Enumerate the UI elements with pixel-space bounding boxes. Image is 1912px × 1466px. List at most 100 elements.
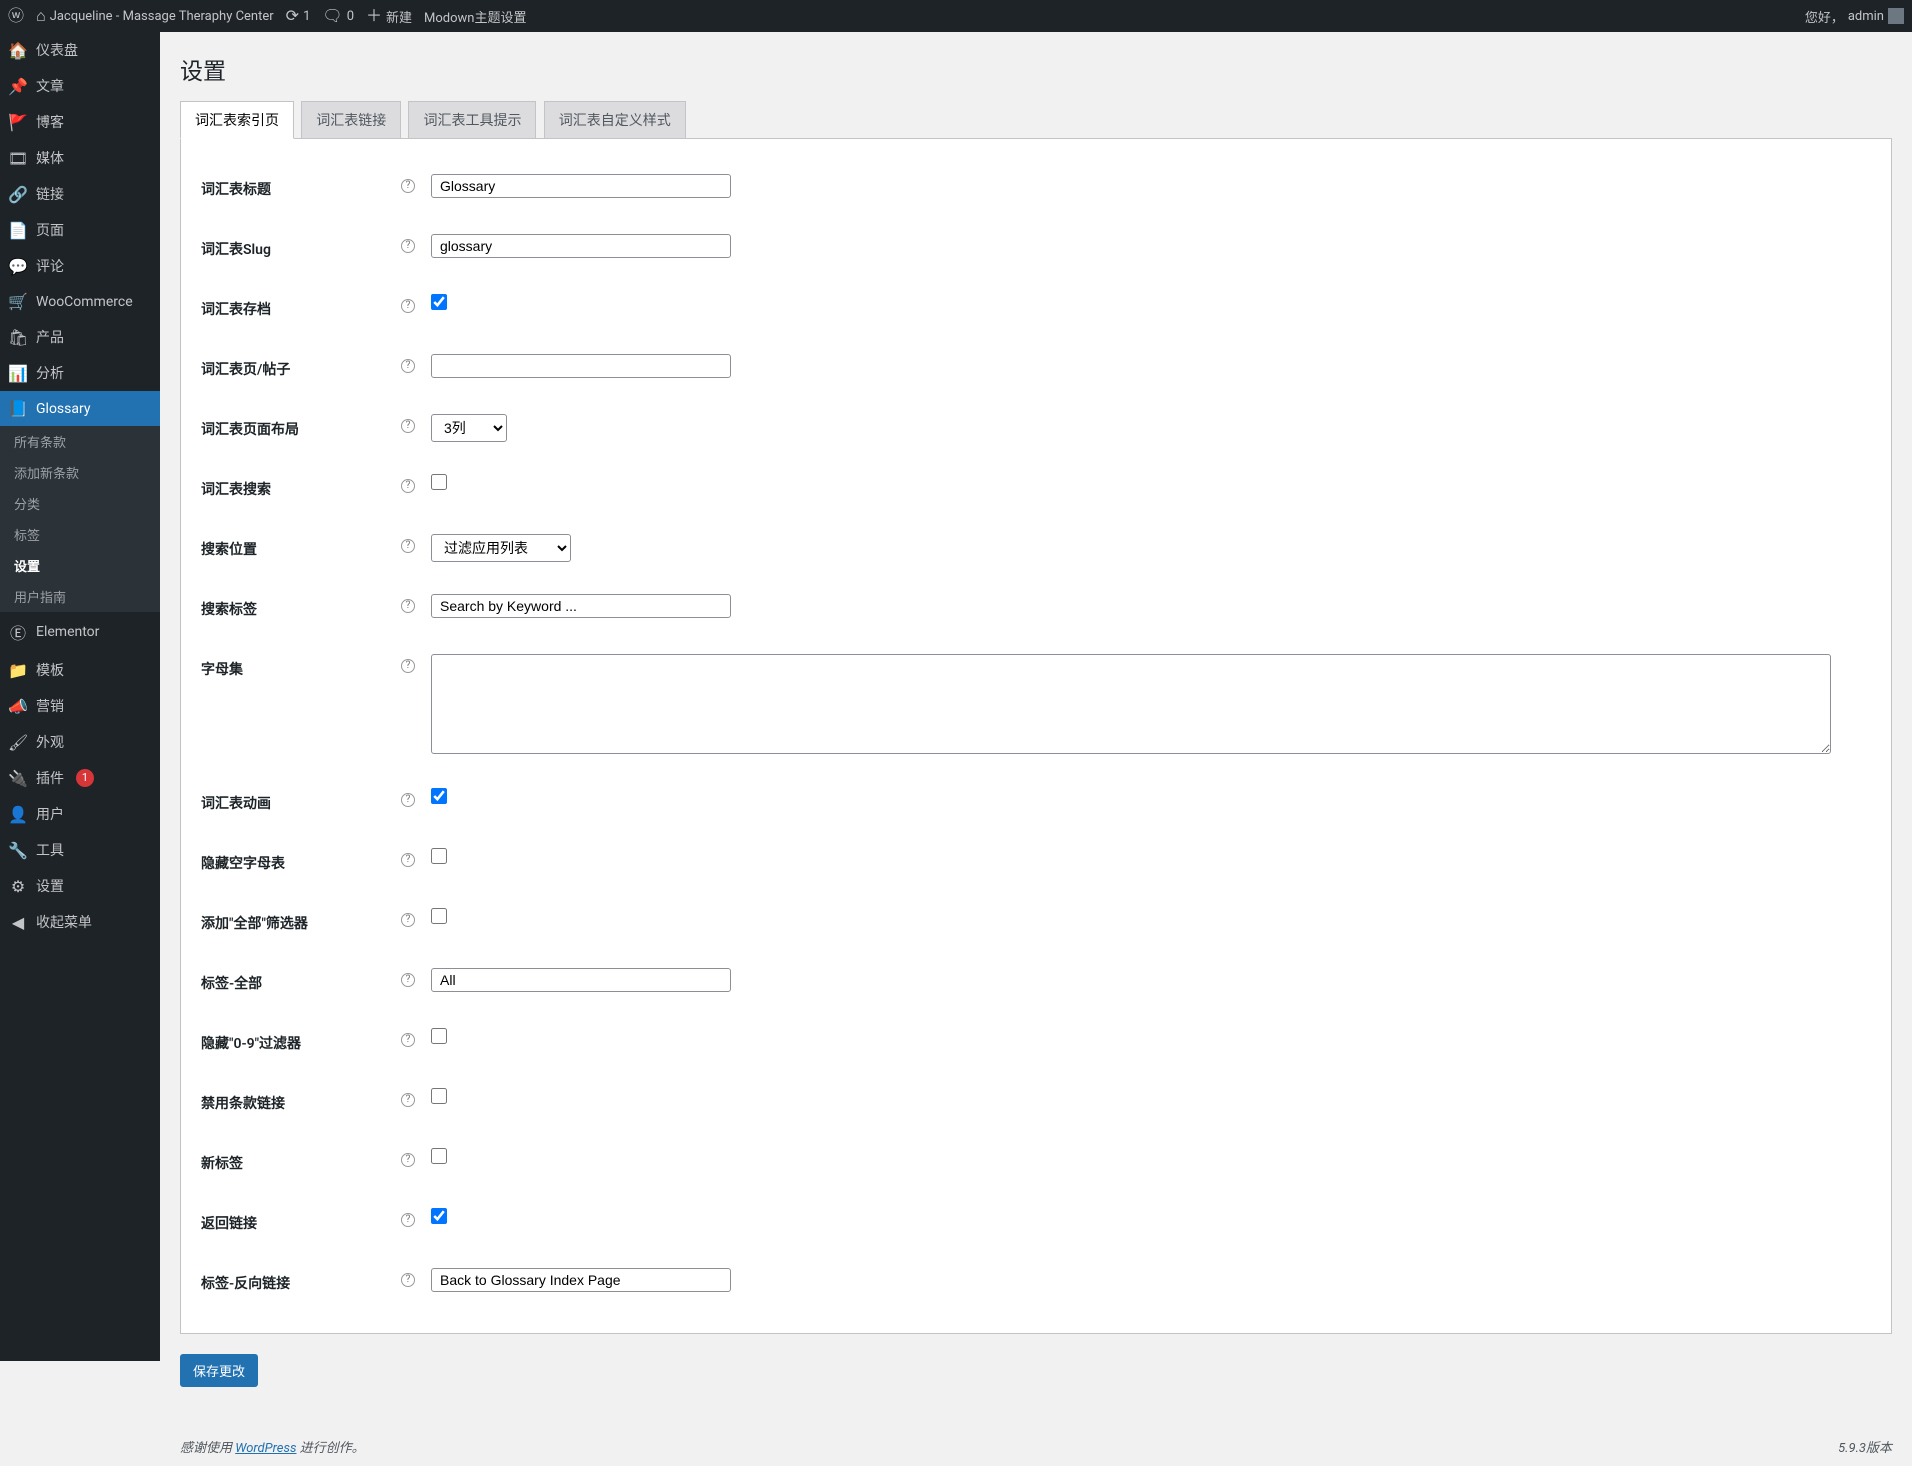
menu-label: 插件 xyxy=(36,768,64,788)
help-icon[interactable]: ? xyxy=(401,599,415,613)
footer-thanks: 感谢使用 WordPress 进行创作。 xyxy=(180,1437,365,1456)
glossary-slug-input[interactable] xyxy=(431,234,731,258)
comment-icon: 🗨 xyxy=(322,8,342,24)
menu-label: 仪表盘 xyxy=(36,40,78,60)
add-all-filter-checkbox[interactable] xyxy=(431,908,447,924)
help-icon[interactable]: ? xyxy=(401,179,415,193)
help-icon[interactable]: ? xyxy=(401,1153,415,1167)
dashboard-icon: 🏠 xyxy=(8,41,28,60)
menu-elementor[interactable]: ⒺElementor xyxy=(0,612,160,652)
menu-users[interactable]: 👤用户 xyxy=(0,796,160,832)
theme-options-link[interactable]: Modown主题设置 xyxy=(424,7,526,26)
help-icon[interactable]: ? xyxy=(401,913,415,927)
glossary-search-checkbox[interactable] xyxy=(431,474,447,490)
menu-label: WooCommerce xyxy=(36,294,133,310)
submenu-all-terms[interactable]: 所有条款 xyxy=(0,426,160,457)
help-icon[interactable]: ? xyxy=(401,793,415,807)
menu-tools[interactable]: 🔧工具 xyxy=(0,832,160,868)
search-position-select[interactable]: 过滤应用列表 xyxy=(431,534,571,562)
menu-label: 工具 xyxy=(36,840,64,860)
menu-label: 营销 xyxy=(36,696,64,716)
field-label-alphabets: 字母集 xyxy=(201,639,401,773)
menu-label: 外观 xyxy=(36,732,64,752)
glossary-title-input[interactable] xyxy=(431,174,731,198)
submenu-add-new[interactable]: 添加新条款 xyxy=(0,457,160,488)
help-icon[interactable]: ? xyxy=(401,973,415,987)
alphabets-textarea[interactable] xyxy=(431,654,1831,754)
plugins-update-badge: 1 xyxy=(76,769,94,787)
new-tab-checkbox[interactable] xyxy=(431,1148,447,1164)
help-icon[interactable]: ? xyxy=(401,1273,415,1287)
hide-empty-checkbox[interactable] xyxy=(431,848,447,864)
menu-blog[interactable]: 🚩博客 xyxy=(0,104,160,140)
menu-appearance[interactable]: 🖌 外观 xyxy=(0,724,160,760)
menu-media[interactable]: 🎞媒体 xyxy=(0,140,160,176)
wp-logo[interactable]: ⓦ xyxy=(8,8,24,24)
new-content-link[interactable]: ＋新建 xyxy=(366,7,412,26)
my-account-link[interactable]: 您好，admin xyxy=(1805,7,1904,26)
elementor-icon: Ⓔ xyxy=(8,620,28,644)
field-label-search: 词汇表搜索 xyxy=(201,459,401,519)
site-name-link[interactable]: ⌂Jacqueline - Massage Theraphy Center xyxy=(36,8,274,24)
help-icon[interactable]: ? xyxy=(401,419,415,433)
menu-label: 分析 xyxy=(36,363,64,383)
wordpress-link[interactable]: WordPress xyxy=(235,1441,296,1456)
updates-link[interactable]: ⟳1 xyxy=(286,8,311,24)
menu-collapse[interactable]: ◀收起菜单 xyxy=(0,904,160,940)
help-icon[interactable]: ? xyxy=(401,239,415,253)
appearance-icon: 🖌 xyxy=(8,733,28,752)
menu-posts[interactable]: 📌文章 xyxy=(0,68,160,104)
help-icon[interactable]: ? xyxy=(401,359,415,373)
menu-dashboard[interactable]: 🏠 仪表盘 xyxy=(0,32,160,68)
help-icon[interactable]: ? xyxy=(401,1033,415,1047)
glossary-archive-checkbox[interactable] xyxy=(431,294,447,310)
help-icon[interactable]: ? xyxy=(401,299,415,313)
plus-icon: ＋ xyxy=(366,8,382,24)
users-icon: 👤 xyxy=(8,805,28,824)
submenu-categories[interactable]: 分类 xyxy=(0,488,160,519)
back-link-checkbox[interactable] xyxy=(431,1208,447,1224)
menu-analytics[interactable]: 📊分析 xyxy=(0,355,160,391)
comments-count: 0 xyxy=(347,9,354,24)
menu-settings[interactable]: ⚙设置 xyxy=(0,868,160,904)
submenu-user-guide[interactable]: 用户指南 xyxy=(0,581,160,612)
animation-checkbox[interactable] xyxy=(431,788,447,804)
settings-icon: ⚙ xyxy=(8,877,28,896)
help-icon[interactable]: ? xyxy=(401,1213,415,1227)
menu-templates[interactable]: 📁模板 xyxy=(0,652,160,688)
avatar xyxy=(1888,8,1904,24)
glossary-submenu: 所有条款 添加新条款 分类 标签 设置 用户指南 xyxy=(0,426,160,612)
menu-label: 收起菜单 xyxy=(36,912,92,932)
help-icon[interactable]: ? xyxy=(401,659,415,673)
tab-index[interactable]: 词汇表索引页 xyxy=(180,101,294,139)
submenu-tags[interactable]: 标签 xyxy=(0,519,160,550)
help-icon[interactable]: ? xyxy=(401,479,415,493)
tab-link[interactable]: 词汇表链接 xyxy=(301,101,401,138)
submenu-settings[interactable]: 设置 xyxy=(0,550,160,581)
field-label-archive: 词汇表存档 xyxy=(201,279,401,339)
hide-09-checkbox[interactable] xyxy=(431,1028,447,1044)
menu-links[interactable]: 🔗链接 xyxy=(0,176,160,212)
search-label-input[interactable] xyxy=(431,594,731,618)
glossary-page-post-input[interactable] xyxy=(431,354,731,378)
comments-link[interactable]: 🗨0 xyxy=(322,8,354,24)
glossary-layout-select[interactable]: 3列 xyxy=(431,414,507,442)
disable-term-link-checkbox[interactable] xyxy=(431,1088,447,1104)
menu-woocommerce[interactable]: 🛒WooCommerce xyxy=(0,284,160,319)
help-icon[interactable]: ? xyxy=(401,853,415,867)
menu-label: 页面 xyxy=(36,220,64,240)
label-back-input[interactable] xyxy=(431,1268,731,1292)
menu-comments[interactable]: 💬评论 xyxy=(0,248,160,284)
help-icon[interactable]: ? xyxy=(401,1093,415,1107)
tab-tooltip[interactable]: 词汇表工具提示 xyxy=(408,101,536,138)
menu-marketing[interactable]: 📣营销 xyxy=(0,688,160,724)
tab-custom-style[interactable]: 词汇表自定义样式 xyxy=(544,101,686,138)
menu-plugins[interactable]: 🔌插件1 xyxy=(0,760,160,796)
help-icon[interactable]: ? xyxy=(401,539,415,553)
home-icon: ⌂ xyxy=(36,8,46,24)
menu-glossary[interactable]: 📘Glossary xyxy=(0,391,160,426)
menu-products[interactable]: 🛍产品 xyxy=(0,319,160,355)
menu-pages[interactable]: 📄页面 xyxy=(0,212,160,248)
label-all-input[interactable] xyxy=(431,968,731,992)
save-button[interactable]: 保存更改 xyxy=(180,1354,258,1387)
